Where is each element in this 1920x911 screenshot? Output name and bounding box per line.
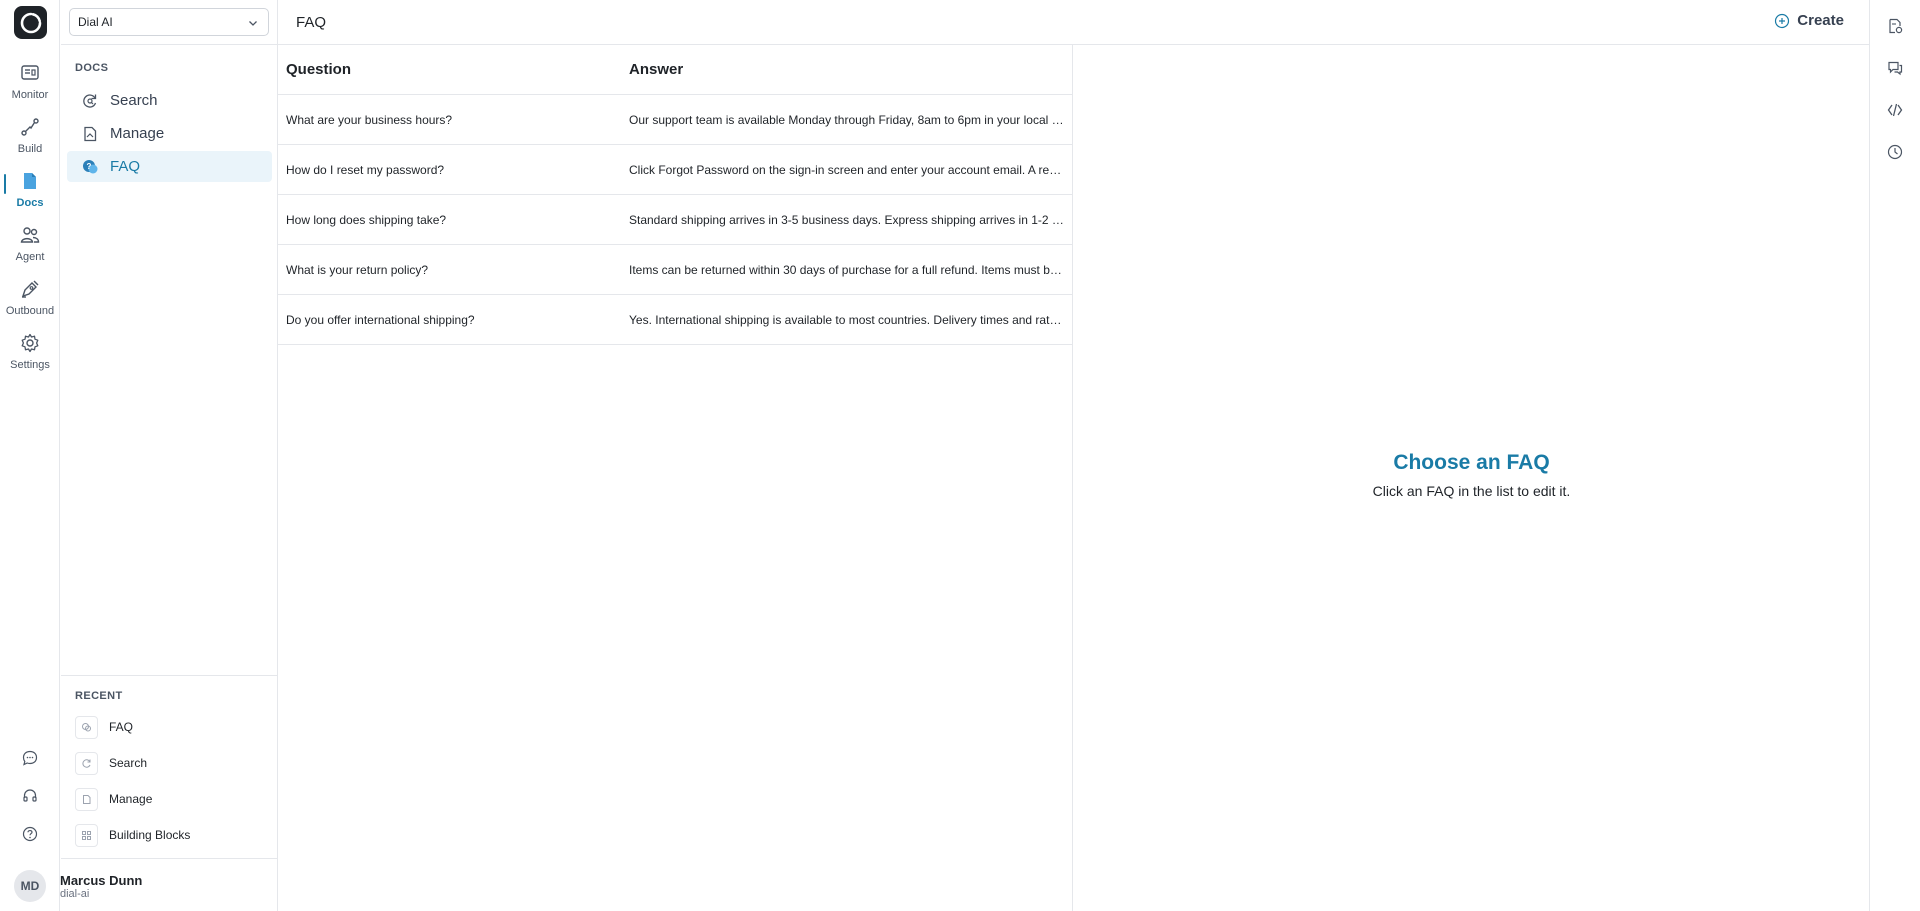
faq-question: What is your return policy?: [286, 263, 429, 277]
headset-icon[interactable]: [18, 784, 42, 808]
table-row[interactable]: How do I reset my password? Click Forgot…: [278, 145, 1073, 195]
rail-label: Build: [17, 143, 43, 155]
faq-icon: [75, 715, 98, 739]
faq-answer: Yes. International shipping is available…: [629, 313, 1066, 327]
logo-icon[interactable]: [14, 6, 47, 39]
sidebar-item-manage[interactable]: Manage: [67, 118, 272, 149]
faq-answer: Click Forgot Password on the sign-in scr…: [629, 163, 1066, 177]
chat-icon[interactable]: [18, 746, 42, 770]
search-refresh-icon: [75, 751, 98, 775]
sidebar-item-label: FAQ: [110, 158, 141, 175]
docs-section-title: DOCS: [75, 62, 109, 74]
rail-item-outbound[interactable]: Outbound: [0, 278, 60, 328]
rail-label: Monitor: [11, 89, 49, 101]
rail-label: Docs: [16, 197, 44, 209]
faq-detail-pane: Choose an FAQ Click an FAQ in the list t…: [1074, 45, 1869, 911]
blocks-icon: [75, 823, 98, 847]
faq-answer: Our support team is available Monday thr…: [629, 113, 1066, 127]
faq-icon: ?: [81, 158, 99, 176]
empty-state-title: Choose an FAQ: [1393, 451, 1550, 474]
recent-section-title: RECENT: [75, 690, 123, 702]
faq-answer: Standard shipping arrives in 3-5 busines…: [629, 213, 1066, 227]
column-header-answer: Answer: [629, 61, 684, 78]
comments-icon[interactable]: [1884, 57, 1906, 79]
plus-circle-icon: [1775, 13, 1790, 28]
empty-state-subtitle: Click an FAQ in the list to edit it.: [1372, 483, 1571, 499]
avatar: MD: [14, 870, 46, 902]
table-header: Question Answer: [278, 45, 1073, 95]
faq-answer: Items can be returned within 30 days of …: [629, 263, 1066, 277]
gear-icon: [21, 333, 39, 353]
search-refresh-icon: [81, 92, 99, 110]
workspace-select[interactable]: Dial AI: [69, 8, 269, 36]
user-profile[interactable]: MD Marcus Dunn dial-ai: [0, 859, 278, 911]
docs-icon: [24, 173, 36, 189]
workspace-select-value: Dial AI: [78, 15, 113, 29]
rail-item-settings[interactable]: Settings: [0, 332, 60, 382]
code-icon[interactable]: [1884, 99, 1906, 121]
rail-label: Agent: [15, 251, 45, 263]
recent-item-search[interactable]: Search: [75, 751, 147, 775]
user-name: Marcus Dunn: [60, 873, 143, 888]
rail-item-docs[interactable]: Docs: [0, 170, 60, 220]
sidebar-item-search[interactable]: Search: [67, 85, 272, 116]
sidebar-item-faq[interactable]: ? FAQ: [67, 151, 272, 182]
rail-label: Settings: [10, 359, 50, 371]
document-icon: [81, 125, 99, 143]
sidebar-item-label: Manage: [110, 125, 165, 142]
rail-item-agent[interactable]: Agent: [0, 224, 60, 274]
table-row[interactable]: Do you offer international shipping? Yes…: [278, 295, 1073, 345]
recent-item-label: Building Blocks: [109, 828, 191, 842]
create-button[interactable]: Create: [1774, 12, 1844, 29]
table-row[interactable]: How long does shipping take? Standard sh…: [278, 195, 1073, 245]
rail-item-build[interactable]: Build: [0, 116, 60, 166]
user-org: dial-ai: [60, 888, 90, 900]
page-header: FAQ Create: [278, 0, 1869, 45]
table-row[interactable]: What is your return policy? Items can be…: [278, 245, 1073, 295]
page-title: FAQ: [296, 14, 327, 31]
recent-item-label: Manage: [109, 792, 153, 806]
sidebar-item-label: Search: [110, 92, 158, 109]
table-row[interactable]: What are your business hours? Our suppor…: [278, 95, 1073, 145]
agent-icon: [20, 227, 40, 243]
rail-label: Outbound: [5, 305, 55, 317]
faq-table: Question Answer What are your business h…: [278, 45, 1073, 911]
docs-sidebar: Dial AI DOCS Search Manage ? FAQ RECENT …: [61, 0, 278, 911]
faq-question: Do you offer international shipping?: [286, 313, 475, 327]
divider: [61, 675, 278, 676]
history-icon[interactable]: [1884, 141, 1906, 163]
monitor-icon: [21, 65, 39, 80]
help-icon[interactable]: [18, 822, 42, 846]
rail-item-monitor[interactable]: Monitor: [0, 62, 60, 112]
recent-item-label: FAQ: [109, 720, 134, 734]
divider: [61, 44, 278, 45]
outbound-icon: [21, 280, 39, 298]
recent-item-manage[interactable]: Manage: [75, 787, 152, 811]
build-icon: [21, 118, 39, 136]
faq-question: How do I reset my password?: [286, 163, 445, 177]
faq-question: How long does shipping take?: [286, 213, 447, 227]
icon-rail: Monitor Build Docs Agent Outbound Settin…: [0, 0, 60, 911]
recent-item-building-blocks[interactable]: Building Blocks: [75, 823, 190, 847]
recent-item-faq[interactable]: FAQ: [75, 715, 133, 739]
svg-text:?: ?: [87, 162, 92, 171]
right-rail: [1869, 0, 1920, 911]
create-button-label: Create: [1797, 12, 1844, 29]
document-icon: [75, 787, 98, 811]
faq-question: What are your business hours?: [286, 113, 453, 127]
chevron-down-icon: [249, 21, 257, 26]
column-header-question: Question: [286, 61, 352, 78]
notes-icon[interactable]: [1884, 15, 1906, 37]
recent-item-label: Search: [109, 756, 148, 770]
